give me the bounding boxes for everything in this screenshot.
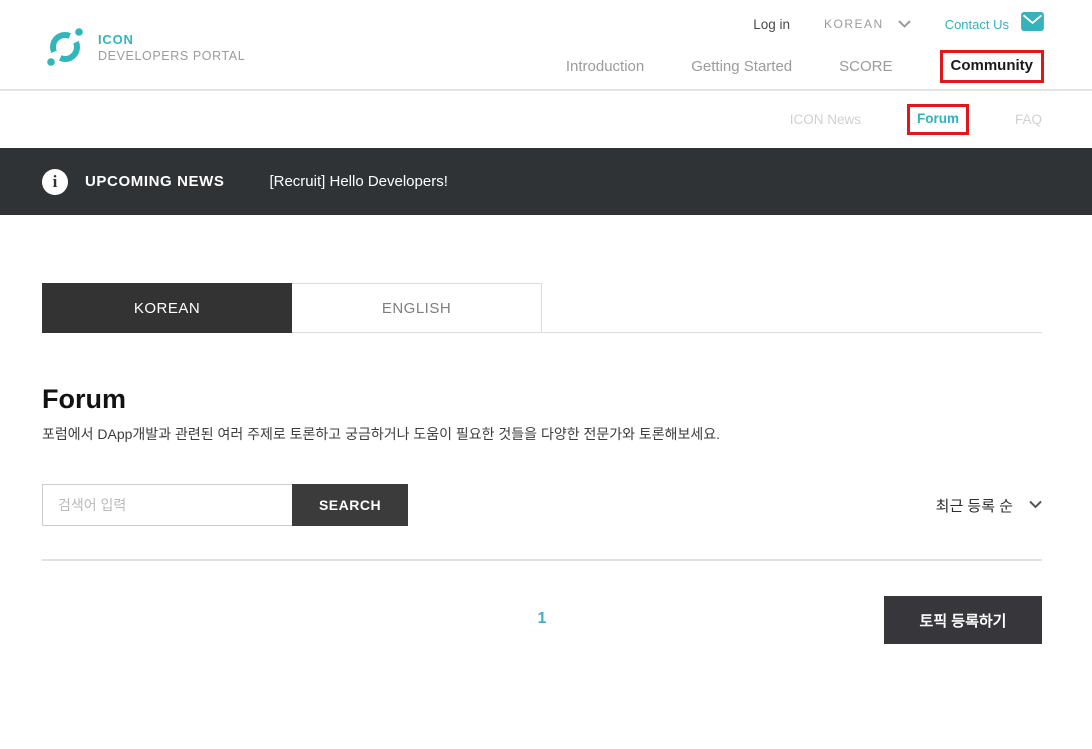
site-header: ICON DEVELOPERS PORTAL Log in KOREAN Con… [0,0,1092,91]
banner-label: UPCOMING NEWS [85,173,225,190]
list-footer: 1 토픽 등록하기 [42,596,1042,644]
language-value: KOREAN [824,17,884,31]
chevron-down-icon [897,15,911,33]
language-select[interactable]: KOREAN [824,15,911,33]
sort-value: 최근 등록 순 [935,497,1013,515]
utility-bar: Log in KOREAN Contact Us [753,12,1044,36]
subnav-item-forum[interactable]: Forum [917,111,959,126]
nav-item-score[interactable]: SCORE [839,58,892,75]
community-subnav: ICON News Forum FAQ [0,91,1092,148]
subnav-item-icon-news[interactable]: ICON News [790,112,861,127]
brand-subtitle: DEVELOPERS PORTAL [98,49,246,63]
nav-item-getting-started[interactable]: Getting Started [691,58,792,75]
tabs-filler [542,283,1042,333]
tab-english[interactable]: ENGLISH [292,283,542,333]
tab-korean[interactable]: KOREAN [42,283,292,333]
sort-select[interactable]: 최근 등록 순 [936,495,1042,516]
page-title: Forum [42,384,126,414]
create-topic-button[interactable]: 토픽 등록하기 [884,596,1042,644]
main-nav: Introduction Getting Started SCORE Commu… [566,50,1044,83]
list-divider [42,559,1042,561]
info-icon: i [42,168,68,195]
login-link[interactable]: Log in [753,17,790,32]
search-input[interactable] [42,484,292,526]
language-tabs: KOREAN ENGLISH [42,283,1042,333]
nav-item-introduction[interactable]: Introduction [566,58,644,75]
banner-news-title[interactable]: [Recruit] Hello Developers! [269,173,447,190]
upcoming-news-banner[interactable]: i UPCOMING NEWS [Recruit] Hello Develope… [0,148,1092,215]
envelope-icon [1021,12,1044,36]
annotation-box-community: Community [939,50,1044,83]
forum-content: KOREAN ENGLISH Forum 포럼에서 DApp개발과 관련된 여러… [42,283,1042,644]
subnav-item-faq[interactable]: FAQ [1015,112,1042,127]
page-number-1[interactable]: 1 [538,610,547,627]
logo[interactable]: ICON DEVELOPERS PORTAL [0,6,245,89]
search-row: SEARCH 최근 등록 순 [42,484,1042,526]
search-button[interactable]: SEARCH [292,484,408,526]
nav-item-community[interactable]: Community [951,57,1034,74]
chevron-down-icon [1029,496,1042,514]
annotation-box-forum: Forum [906,104,969,135]
contact-us-link[interactable]: Contact Us [945,12,1044,36]
icon-ring-logo [42,21,88,74]
page-description: 포럼에서 DApp개발과 관련된 여러 주제로 토론하고 궁금하거나 도움이 필… [42,426,721,442]
contact-us-label: Contact Us [944,16,1009,32]
brand-name: ICON [98,32,134,47]
